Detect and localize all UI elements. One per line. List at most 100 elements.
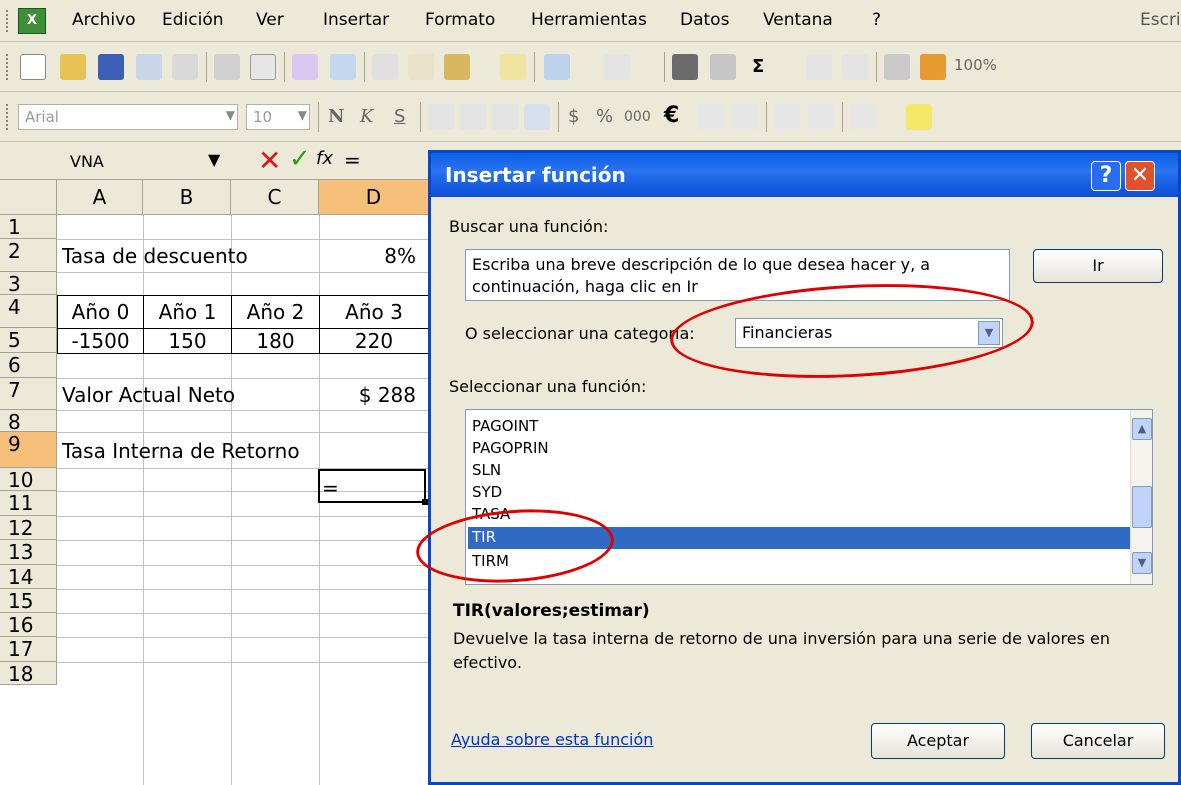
- enter-formula-icon[interactable]: ✓: [289, 144, 311, 174]
- print-preview-icon[interactable]: [250, 54, 276, 80]
- chevron-down-icon[interactable]: ▼: [208, 150, 220, 169]
- cell-a7[interactable]: Valor Actual Neto: [62, 383, 235, 407]
- row-header-2[interactable]: 2: [0, 239, 57, 272]
- row-header-13[interactable]: 13: [0, 540, 57, 565]
- insert-function-icon[interactable]: fx: [316, 148, 333, 169]
- menu-archivo[interactable]: Archivo: [72, 10, 136, 30]
- cell-a4[interactable]: Año 0: [57, 295, 144, 329]
- percent-button[interactable]: %: [596, 106, 613, 127]
- cell-c5[interactable]: 180: [231, 328, 320, 354]
- cell-a2[interactable]: Tasa de descuento: [62, 244, 248, 268]
- menu-formato[interactable]: Formato: [425, 10, 495, 30]
- menu-datos[interactable]: Datos: [680, 10, 729, 30]
- toolbar-grip[interactable]: [6, 104, 10, 130]
- cell-a9[interactable]: Tasa Interna de Retorno: [62, 439, 300, 463]
- open-icon[interactable]: [60, 54, 86, 80]
- row-header-9[interactable]: 9: [0, 432, 57, 468]
- menu-grip[interactable]: [6, 10, 10, 32]
- menu-herramientas[interactable]: Herramientas: [531, 10, 647, 30]
- row-header-1[interactable]: 1: [0, 215, 57, 239]
- chevron-down-icon[interactable]: ▼: [298, 108, 307, 122]
- active-cell-d9[interactable]: =: [318, 469, 428, 505]
- go-button[interactable]: Ir: [1033, 249, 1163, 283]
- scroll-up-icon[interactable]: ▲: [1132, 418, 1152, 440]
- redo-icon[interactable]: [604, 54, 630, 80]
- paste-icon[interactable]: [444, 54, 470, 80]
- menu-ver[interactable]: Ver: [256, 10, 284, 30]
- name-box[interactable]: VNA ▼: [10, 146, 236, 176]
- column-header-a[interactable]: A: [57, 180, 143, 215]
- column-header-d[interactable]: D: [319, 180, 429, 215]
- help-search-box[interactable]: Escri: [1140, 10, 1181, 30]
- row-header-6[interactable]: 6: [0, 353, 57, 378]
- column-header-c[interactable]: C: [231, 180, 319, 215]
- chevron-down-icon[interactable]: ▼: [226, 108, 235, 122]
- ok-button[interactable]: Aceptar: [871, 723, 1005, 759]
- chart-wizard-icon[interactable]: [884, 54, 910, 80]
- scroll-down-icon[interactable]: ▼: [1132, 552, 1152, 574]
- list-item[interactable]: SYD: [468, 482, 1132, 504]
- copy-icon[interactable]: [408, 54, 434, 80]
- menu-ventana[interactable]: Ventana: [763, 10, 833, 30]
- permission-icon[interactable]: [136, 54, 162, 80]
- menu-edicion[interactable]: Edición: [162, 10, 224, 30]
- row-header-5[interactable]: 5: [0, 328, 57, 353]
- row-header-8[interactable]: 8: [0, 410, 57, 434]
- autosum-icon[interactable]: Σ: [752, 56, 764, 77]
- decrease-indent-icon[interactable]: [774, 104, 800, 130]
- sort-ascending-icon[interactable]: [806, 54, 832, 80]
- help-button[interactable]: ?: [1091, 161, 1121, 191]
- font-size-select[interactable]: 10 ▼: [246, 104, 310, 130]
- close-button[interactable]: ✕: [1125, 161, 1155, 191]
- dialog-title-bar[interactable]: Insertar función: [431, 153, 1178, 197]
- cell-d7[interactable]: $ 288: [320, 383, 416, 407]
- increase-indent-icon[interactable]: [808, 104, 834, 130]
- save-icon[interactable]: [98, 54, 124, 80]
- cancel-button[interactable]: Cancelar: [1031, 723, 1165, 759]
- email-icon[interactable]: [172, 54, 198, 80]
- cancel-formula-icon[interactable]: ✕: [258, 144, 281, 177]
- font-name-select[interactable]: Arial ▼: [18, 104, 238, 130]
- row-header-12[interactable]: 12: [0, 516, 57, 540]
- hyperlink-icon[interactable]: [672, 54, 698, 80]
- menu-insertar[interactable]: Insertar: [323, 10, 389, 30]
- drawing-icon[interactable]: [920, 54, 946, 80]
- cell-d4[interactable]: Año 3: [319, 295, 429, 329]
- row-header-10[interactable]: 10: [0, 468, 57, 492]
- cell-d5[interactable]: 220: [319, 328, 429, 354]
- formula-input[interactable]: =: [344, 148, 361, 172]
- cell-b4[interactable]: Año 1: [143, 295, 232, 329]
- align-right-icon[interactable]: [492, 104, 518, 130]
- row-header-16[interactable]: 16: [0, 613, 57, 637]
- italic-button[interactable]: K: [360, 106, 373, 127]
- euro-button[interactable]: €: [664, 103, 679, 128]
- cell-d2[interactable]: 8%: [320, 244, 416, 268]
- zoom-box[interactable]: 100%: [954, 56, 997, 74]
- cell-c4[interactable]: Año 2: [231, 295, 320, 329]
- align-center-icon[interactable]: [460, 104, 486, 130]
- cut-icon[interactable]: [372, 54, 398, 80]
- row-header-18[interactable]: 18: [0, 662, 57, 686]
- row-header-3[interactable]: 3: [0, 272, 57, 296]
- function-help-link[interactable]: Ayuda sobre esta función: [451, 730, 653, 749]
- format-painter-icon[interactable]: [500, 54, 526, 80]
- merge-center-icon[interactable]: [524, 104, 550, 130]
- research-icon[interactable]: [330, 54, 356, 80]
- fill-color-icon[interactable]: [906, 104, 932, 130]
- list-item[interactable]: PAGOINT: [468, 416, 1132, 438]
- toolbar-grip[interactable]: [6, 54, 10, 80]
- signature-icon[interactable]: [710, 54, 736, 80]
- row-header-15[interactable]: 15: [0, 589, 57, 613]
- borders-icon[interactable]: [850, 104, 876, 130]
- new-icon[interactable]: [20, 54, 46, 80]
- sort-descending-icon[interactable]: [842, 54, 868, 80]
- list-item[interactable]: SLN: [468, 460, 1132, 482]
- spelling-icon[interactable]: [292, 54, 318, 80]
- print-icon[interactable]: [214, 54, 240, 80]
- decrease-decimal-icon[interactable]: [732, 104, 758, 130]
- list-scrollbar[interactable]: ▲ ▼: [1130, 410, 1152, 584]
- bold-button[interactable]: N: [328, 106, 344, 127]
- column-header-b[interactable]: B: [143, 180, 231, 215]
- row-header-11[interactable]: 11: [0, 491, 57, 516]
- menu-help[interactable]: ?: [872, 10, 881, 30]
